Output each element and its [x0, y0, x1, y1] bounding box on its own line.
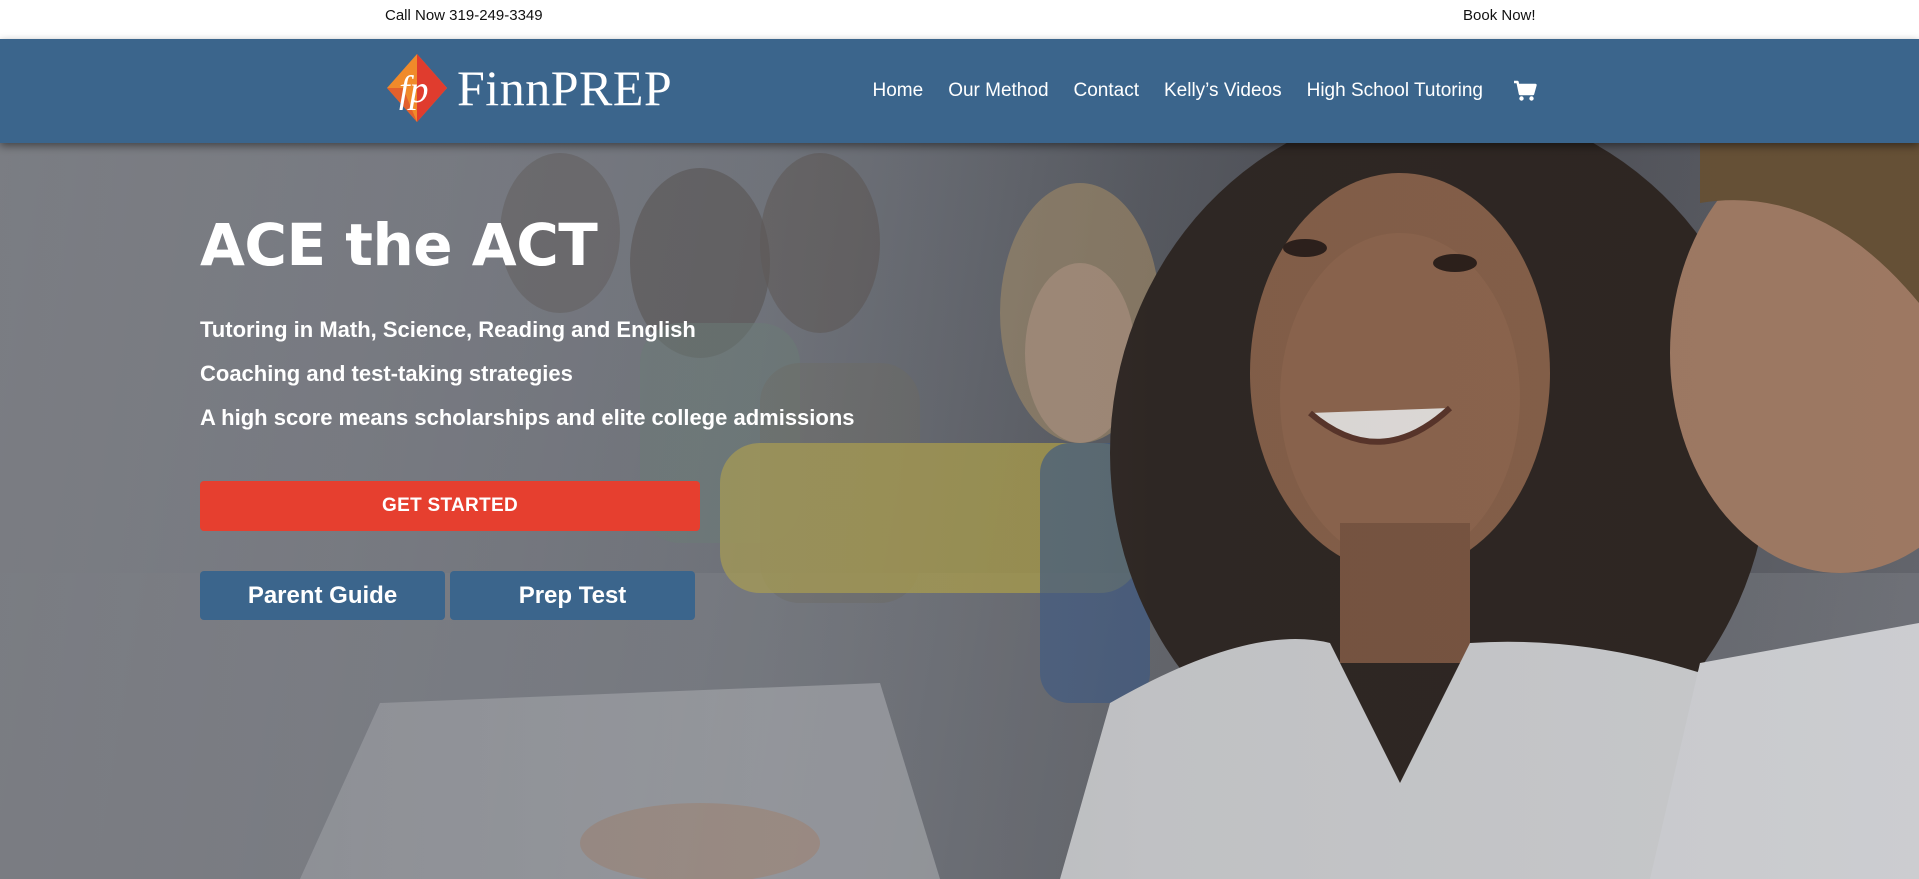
phone-number[interactable]: Call Now 319-249-3349 [385, 7, 543, 24]
main-nav: Home Our Method Contact Kelly’s Videos H… [860, 39, 1550, 143]
hero-line-tutoring: Tutoring in Math, Science, Reading and E… [200, 317, 696, 342]
shopping-cart-icon [1514, 80, 1538, 101]
nav-high-school-tutoring[interactable]: High School Tutoring [1307, 80, 1483, 102]
hero-title: ACE the ACT [200, 211, 598, 279]
fp-logo-icon: fp [387, 54, 447, 122]
logo[interactable]: fp FinnPREP [385, 52, 672, 124]
hero-section: ACE the ACT Tutoring in Math, Science, R… [0, 143, 1919, 879]
nav-home[interactable]: Home [873, 80, 924, 102]
prep-test-button[interactable]: Prep Test [450, 571, 695, 620]
book-now-link[interactable]: Book Now! [1463, 7, 1536, 24]
brand-name: FinnPREP [457, 60, 673, 116]
nav-kellys-videos[interactable]: Kelly’s Videos [1164, 80, 1282, 102]
logo-mark: fp [399, 69, 429, 111]
nav-contact[interactable]: Contact [1074, 80, 1139, 102]
cart-button[interactable] [1513, 80, 1538, 102]
parent-guide-button[interactable]: Parent Guide [200, 571, 445, 620]
hero-line-scholarships: A high score means scholarships and elit… [200, 405, 855, 430]
hero-line-coaching: Coaching and test-taking strategies [200, 361, 573, 386]
nav-our-method[interactable]: Our Method [948, 80, 1048, 102]
get-started-button[interactable]: GET STARTED [200, 481, 700, 531]
site-header: fp FinnPREP Home Our Method Contact Kell… [0, 39, 1919, 143]
top-utility-bar: Call Now 319-249-3349 Book Now! [0, 0, 1919, 39]
